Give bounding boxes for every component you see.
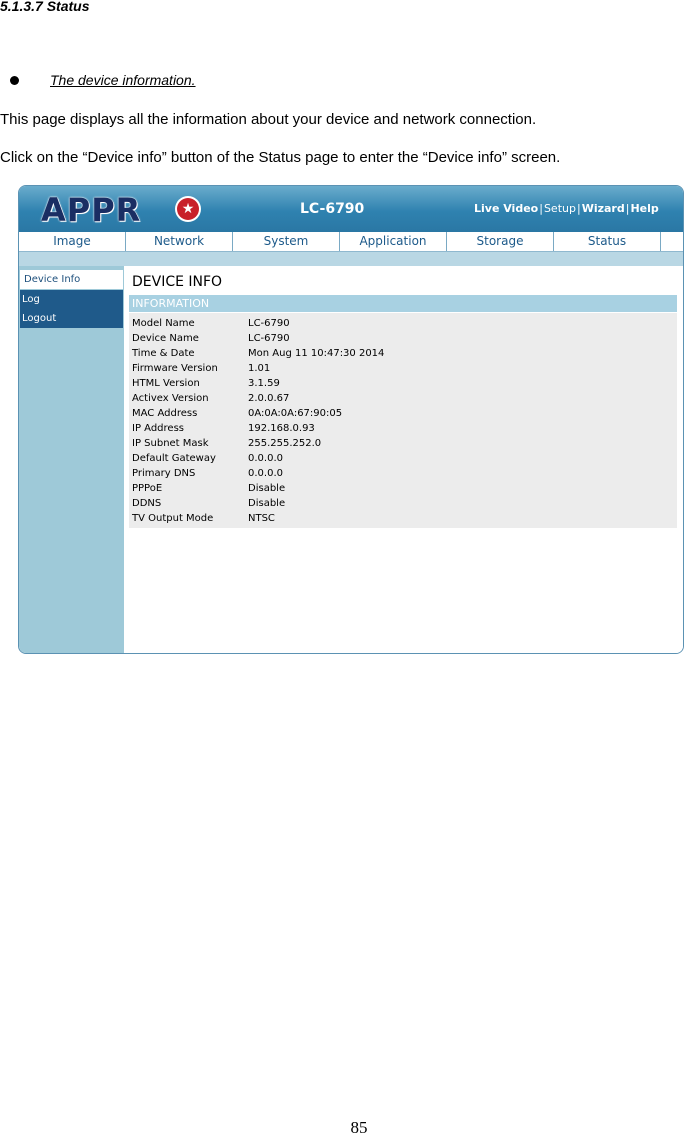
info-label: Activex Version [132, 393, 209, 404]
info-label: Model Name [132, 318, 195, 329]
info-label: HTML Version [132, 378, 200, 389]
tab-image[interactable]: Image [19, 232, 126, 251]
info-value: 0.0.0.0 [248, 453, 283, 464]
model-title: LC-6790 [300, 201, 365, 217]
info-value: LC-6790 [248, 333, 290, 344]
wizard-link[interactable]: Wizard [582, 202, 625, 215]
device-info-screenshot: APPR ★ LC-6790 Live Video|Setup|Wizard|H… [18, 185, 684, 654]
main-nav: Image Network System Application Storage… [19, 232, 683, 252]
tab-storage[interactable]: Storage [447, 232, 554, 251]
logo-text: APPR [41, 191, 142, 229]
sub-header-strip [19, 252, 683, 266]
tab-application[interactable]: Application [340, 232, 447, 251]
info-value: Mon Aug 11 10:47:30 2014 [248, 348, 385, 359]
info-label: Firmware Version [132, 363, 218, 374]
appro-logo: APPR [41, 191, 141, 229]
info-value: Disable [248, 483, 286, 494]
info-value: LC-6790 [248, 318, 290, 329]
info-label: Device Name [132, 333, 199, 344]
main-panel: DEVICE INFO INFORMATION Model Name LC-679… [125, 266, 683, 653]
info-value: NTSC [248, 513, 275, 524]
page-title: DEVICE INFO [132, 274, 223, 290]
live-video-link[interactable]: Live Video [474, 202, 538, 215]
sidebar: Device Info Log Logout [19, 266, 124, 653]
sidebar-item-device-info[interactable]: Device Info [20, 270, 123, 289]
info-value: Disable [248, 498, 286, 509]
paragraph-instruction: Click on the “Device info” button of the… [0, 149, 561, 166]
info-label: IP Address [132, 423, 184, 434]
info-value: 255.255.252.0 [248, 438, 322, 449]
info-table: Model Name LC-6790 Device Name LC-6790 Tim… [129, 313, 677, 528]
tab-system[interactable]: System [233, 232, 340, 251]
top-links: Live Video|Setup|Wizard|Help [474, 202, 659, 215]
info-value: 2.0.0.67 [248, 393, 290, 404]
info-label: Primary DNS [132, 468, 196, 479]
info-value: 1.01 [248, 363, 271, 374]
sidebar-item-logout[interactable]: Logout [20, 309, 123, 328]
info-value: 0.0.0.0 [248, 468, 283, 479]
info-value: 0A:0A:0A:67:90:05 [248, 408, 343, 419]
paragraph-description: This page displays all the information a… [0, 111, 537, 128]
info-value: 3.1.59 [248, 378, 280, 389]
info-label: PPPoE [132, 483, 163, 494]
sidebar-item-log[interactable]: Log [20, 290, 123, 309]
info-label: DDNS [132, 498, 162, 509]
header-banner: APPR ★ LC-6790 Live Video|Setup|Wizard|H… [19, 186, 683, 232]
info-label: Default Gateway [132, 453, 216, 464]
section-heading: 5.1.3.7 Status [0, 0, 90, 14]
tab-spacer [661, 232, 683, 251]
page-number: 85 [350, 1118, 368, 1137]
tab-status[interactable]: Status [554, 232, 661, 251]
info-label: MAC Address [132, 408, 198, 419]
bullet-text: The device information. [50, 72, 196, 88]
setup-link[interactable]: Setup [544, 202, 576, 215]
bullet-dot-icon [10, 76, 19, 85]
help-link[interactable]: Help [630, 202, 658, 215]
info-label: IP Subnet Mask [132, 438, 209, 449]
info-value: 192.168.0.93 [248, 423, 315, 434]
info-label: TV Output Mode [132, 513, 214, 524]
tab-network[interactable]: Network [126, 232, 233, 251]
section-title-bar: INFORMATION [129, 295, 677, 312]
logo-star-icon: ★ [177, 198, 199, 220]
info-label: Time & Date [132, 348, 195, 359]
